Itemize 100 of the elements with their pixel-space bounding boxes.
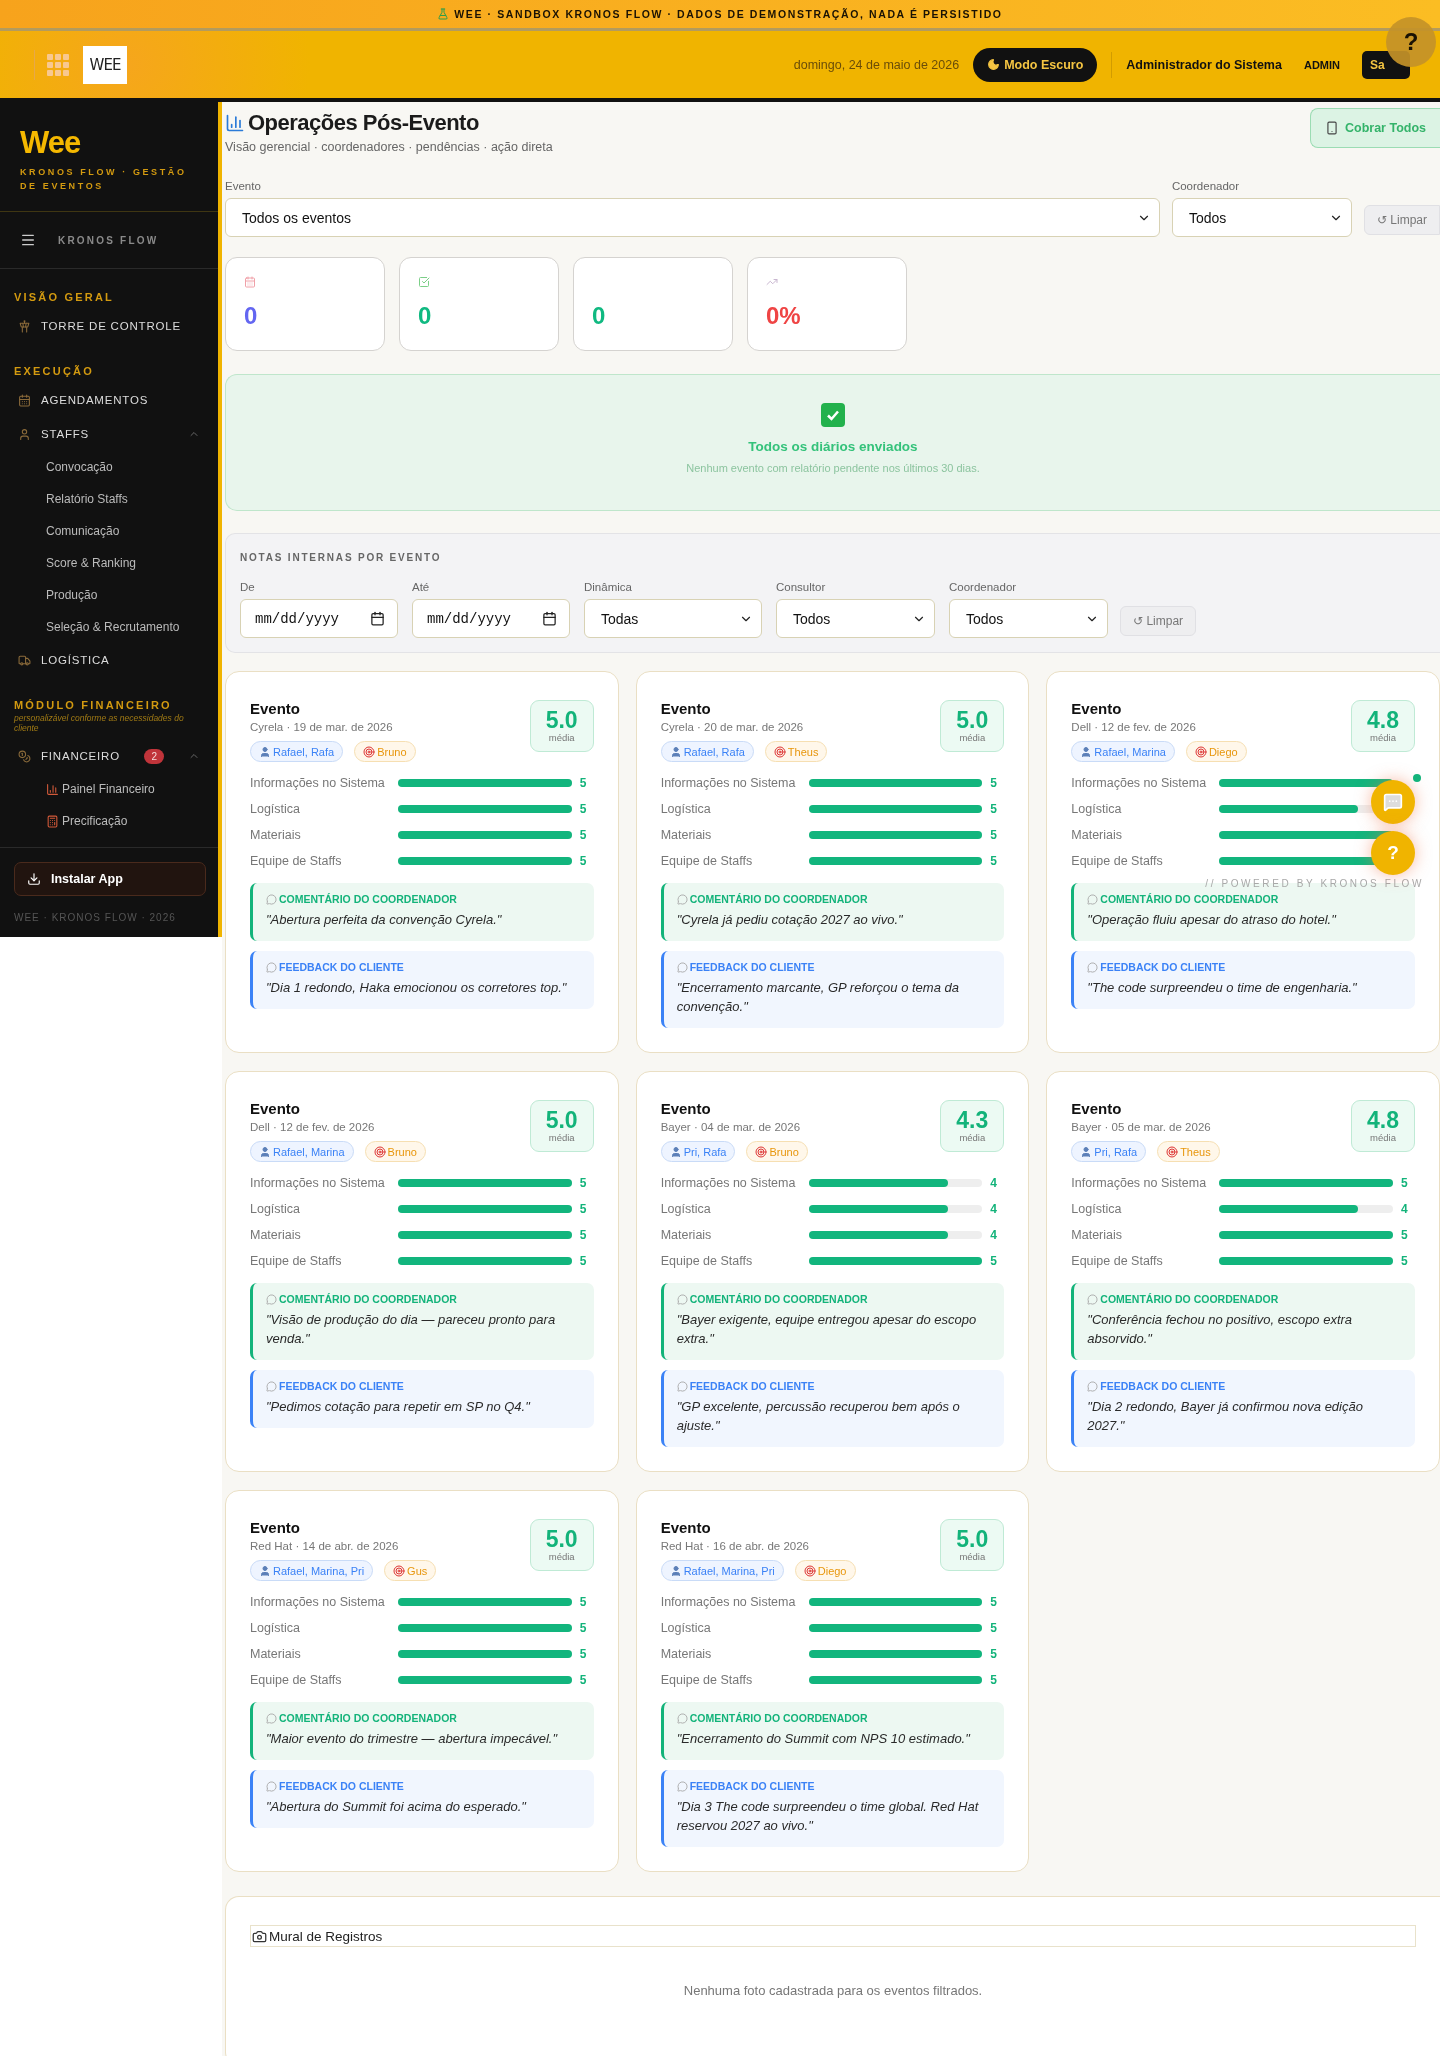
kpi-value: 0 [418,302,433,330]
apps-grid-icon[interactable] [47,53,69,76]
sidebar-subitem[interactable]: Painel Financeiro [62,782,155,797]
event-subtitle: Bayer · 05 de mar. de 2026 [1071,1121,1212,1133]
event-title: Evento [1071,700,1123,717]
comment-label: COMENTÁRIO DO COORDENADOR [1100,893,1279,905]
calendar-icon [18,393,31,407]
install-app-button[interactable]: Instalar App [14,862,206,897]
speech-bubble-icon [266,1380,277,1392]
event-subtitle: Bayer · 04 de mar. de 2026 [660,1121,802,1133]
rating-value: 5 [1401,1253,1409,1268]
user-name: Administrador do Sistema [1126,57,1282,72]
coordinator-tag: Pri, Rafa [660,1141,736,1162]
speech-bubble-icon [1087,961,1099,973]
date-field[interactable]: mm/dd/yyyy [412,599,570,638]
count-badge: 2 [144,748,164,764]
speech-bubble-icon [266,1780,277,1792]
target-icon [373,1145,386,1158]
select-field[interactable]: Todos os eventos [225,198,1160,237]
feedback-text: "Dia 2 redondo, Bayer já confirmou nova edição 2027." [1087,1398,1364,1435]
sidebar-item[interactable]: AGENDAMENTOS [41,394,200,407]
score-badge: 5.0 média [529,1519,594,1571]
rating-label: Equipe de Staffs [1071,1253,1164,1268]
trend-up-icon [766,276,778,288]
rating-label: Materiais [660,827,713,842]
sidebar-item[interactable]: STAFFS [41,428,178,441]
rating-label: Materiais [660,1646,713,1661]
sidebar-footer: WEE · KRONOS FLOW · 2026 [0,896,218,924]
comment-text: "Encerramento do Summit com NPS 10 estimado." [676,1730,972,1748]
feedback-label: FEEDBACK DO CLIENTE [689,1780,815,1792]
speech-bubble-icon [1087,1293,1099,1305]
sidebar-subitem[interactable]: Precificação [62,814,128,829]
sidebar-subitem[interactable]: Score & Ranking [46,556,137,571]
coordinator-tag: Rafael, Marina [1071,741,1175,762]
coordinator-tag: Pri, Rafa [1071,1141,1147,1162]
feedback-label: FEEDBACK DO CLIENTE [689,1380,815,1392]
phone-icon [1324,121,1339,135]
success-title: Todos os diários enviados [748,439,918,454]
sidebar-subitem[interactable]: Comunicação [46,524,120,539]
sidebar-item[interactable]: LOGÍSTICA [41,654,200,667]
comment-label: COMENTÁRIO DO COORDENADOR [689,893,868,905]
rating-value: 5 [990,1672,998,1687]
comment-text: "Conferência fechou no positivo, escopo extra absorvido." [1087,1311,1354,1348]
rating-label: Materiais [660,1227,713,1242]
section-title: EXECUÇÃO [13,364,95,378]
header-date: domingo, 24 de maio de 2026 [793,57,960,72]
event-subtitle: Red Hat · 14 de abr. de 2026 [250,1540,400,1552]
speech-bubble-icon [1087,1380,1099,1392]
rating-label: Informações no Sistema [660,775,797,790]
field-label: Até [412,581,431,593]
rating-value: 5 [579,801,588,816]
feedback-text: "GP excelente, percussão recuperou bem após o ajuste." [676,1398,961,1435]
score-badge: 5.0 média [529,700,594,752]
rating-label: Materiais [250,1646,302,1661]
consultant-tag: Diego [1185,741,1247,762]
select-field[interactable]: Todas [584,599,762,638]
event-title: Evento [1071,1100,1123,1117]
event-title: Evento [660,700,712,717]
rating-label: Informações no Sistema [250,1175,386,1190]
dark-mode-button[interactable]: Modo Escuro [973,47,1098,82]
comment-text: "Maior evento do trimestre — abertura impecável." [266,1730,559,1748]
kpi-value: 0 [592,302,607,330]
flask-icon [437,8,450,20]
rating-value: 5 [990,801,998,816]
clear-button[interactable]: ↺ Limpar [1120,606,1197,636]
clear-button[interactable]: ↺ Limpar [1363,205,1440,235]
calendar-icon [370,611,385,626]
consultant-tag: Gus [384,1560,437,1581]
section-note: personalizável conforme as necessidades do cliente [13,712,185,734]
feedback-text: "Abertura do Summit foi acima do esperado." [266,1798,528,1816]
comment-text: "Abertura perfeita da convenção Cyrela." [266,911,503,929]
sidebar-subitem[interactable]: Convocação [46,460,113,475]
sidebar-subitem[interactable]: Seleção & Recrutamento [46,620,180,635]
select-field[interactable]: Todos [1171,198,1352,237]
event-title: Evento [250,1519,301,1536]
user-role: ADMIN [1303,58,1340,71]
date-field[interactable]: mm/dd/yyyy [240,599,398,638]
panel-title: NOTAS INTERNAS POR EVENTO [240,552,443,563]
rating-value: 5 [579,775,588,790]
sidebar-subitem[interactable]: Produção [46,588,98,603]
rating-value: 5 [579,1672,588,1687]
sidebar-subitem[interactable]: Relatório Staffs [46,492,128,507]
success-text: Nenhum evento com relatório pendente nos últimos 30 dias. [686,462,980,474]
rating-value: 5 [579,853,588,868]
rating-value: 5 [579,1594,588,1609]
person-icon [669,1145,682,1158]
sidebar-item[interactable]: TORRE DE CONTROLE [41,320,200,333]
feedback-label: FEEDBACK DO CLIENTE [279,1380,404,1392]
select-field[interactable]: Todos [949,599,1108,638]
rating-label: Logística [250,1620,302,1635]
rating-label: Logística [1071,1201,1123,1216]
coordinator-tag: Rafael, Rafa [250,741,344,762]
select-field[interactable]: Todos [776,599,935,638]
field-label: Evento [225,180,262,192]
comment-label: COMENTÁRIO DO COORDENADOR [689,1293,868,1305]
powered-by-text: // POWERED BY KRONOS FLOW [1205,878,1424,889]
sidebar-item[interactable]: FINANCEIRO [41,750,135,763]
feedback-label: FEEDBACK DO CLIENTE [1100,1380,1226,1392]
menu-label: KRONOS FLOW [58,234,159,246]
rating-label: Informações no Sistema [1071,775,1208,790]
